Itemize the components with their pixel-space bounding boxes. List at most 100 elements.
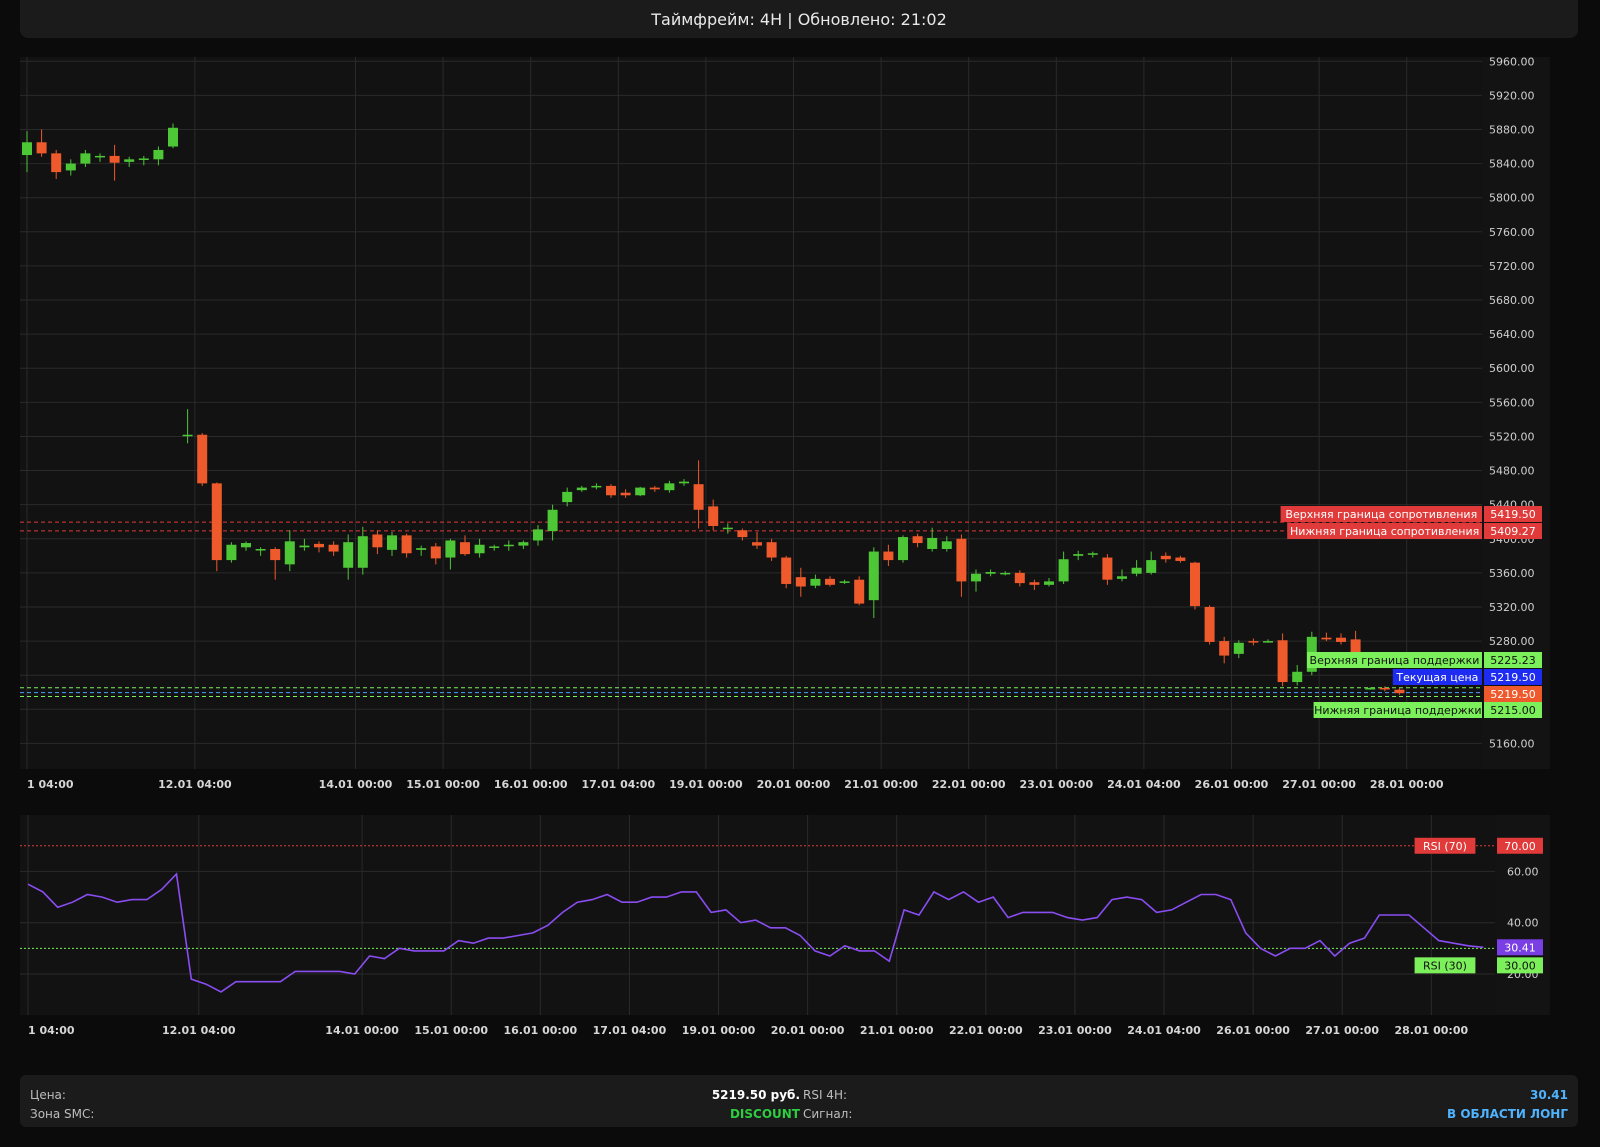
rsi-last-value-badge: 30.41 <box>1497 939 1543 956</box>
candle-body <box>80 153 91 164</box>
header-bar: Таймфрейм: 4H | Обновлено: 21:02 <box>20 0 1578 38</box>
price-chart[interactable]: 5960.00 5920.00 5880.00 5840.00 5800.00 5760.… <box>20 57 1550 795</box>
candle-body <box>387 535 397 550</box>
rsi-value: 30.41 <box>1530 1088 1568 1102</box>
x-tick-label: 21.01 00:00 <box>844 778 918 791</box>
y-tick-label: 5760.00 <box>1489 226 1535 239</box>
candle-body <box>168 127 178 147</box>
candle <box>854 576 865 606</box>
candle-body <box>1233 642 1244 654</box>
candle-body <box>314 543 324 548</box>
rsi-x-tick-label: 21.01 00:00 <box>860 1024 934 1037</box>
zone-label: Зона SMC: <box>30 1107 95 1121</box>
candle <box>898 535 908 563</box>
candle-body <box>547 509 558 532</box>
candle <box>1190 561 1200 610</box>
rsi-x-tick-label: 22.01 00:00 <box>949 1024 1023 1037</box>
level-label-resistance: Верхняя граница сопротивления 5419.50 <box>1280 506 1542 522</box>
level-label-support: Верхняя граница поддержки 5225.23 <box>1307 652 1542 668</box>
candle-body <box>985 572 996 574</box>
candle-body <box>693 484 704 510</box>
candle-body <box>562 491 573 503</box>
level-label-current-value: 5219.50 <box>1490 671 1536 684</box>
candle-body <box>1219 641 1230 656</box>
x-tick-label: 12.01 04:00 <box>158 778 232 791</box>
rsi-70-badge-value: 70.00 <box>1504 840 1536 853</box>
candle-body <box>1087 553 1098 555</box>
y-tick-label: 5480.00 <box>1489 465 1535 478</box>
candle-body <box>357 536 368 568</box>
candle-body <box>1190 562 1200 607</box>
candle-body <box>343 542 354 568</box>
rsi-x-tick-label: 27.01 00:00 <box>1305 1024 1379 1037</box>
level-label-resistance-value: 5419.50 <box>1490 508 1536 521</box>
candle-body <box>1029 582 1040 585</box>
candle-body <box>518 542 529 546</box>
candle-body <box>430 546 441 559</box>
candle-body <box>591 485 602 488</box>
level-label-resistance: Нижняя граница сопротивления 5409.27 <box>1287 523 1542 539</box>
y-tick-label: 5160.00 <box>1489 737 1535 750</box>
level-label-support-name: Нижняя граница поддержки <box>1314 704 1481 717</box>
candle-body <box>606 485 616 496</box>
candle-body <box>708 506 719 526</box>
candle-body <box>36 142 47 154</box>
candle <box>211 482 222 572</box>
candle-body <box>1160 555 1171 560</box>
candle-body <box>95 155 105 158</box>
candle-body <box>445 540 456 558</box>
candle-body <box>912 536 923 544</box>
rsi-x-tick-label: 26.01 00:00 <box>1216 1024 1290 1037</box>
level-label-resistance-name: Нижняя граница сопротивления <box>1290 525 1479 538</box>
candle-body <box>197 434 208 484</box>
candle-body <box>854 579 865 604</box>
candle <box>226 542 237 563</box>
level-label-support-value: 5215.00 <box>1490 704 1536 717</box>
x-tick-label: 23.01 00:00 <box>1019 778 1093 791</box>
candle-body <box>883 551 894 561</box>
candle <box>635 486 646 497</box>
candle-body <box>941 541 952 550</box>
y-tick-label: 5680.00 <box>1489 294 1535 307</box>
y-tick-label: 5320.00 <box>1489 601 1535 614</box>
zone-value: DISCOUNT <box>729 1107 800 1121</box>
candle-body <box>722 527 733 530</box>
candle-body <box>649 487 660 490</box>
y-tick-label: 5960.00 <box>1489 57 1535 68</box>
candle-body <box>1365 687 1376 690</box>
candle-body <box>109 155 120 163</box>
candle-body <box>1146 560 1157 573</box>
candle-body <box>752 542 762 546</box>
price-label: Цена: <box>30 1088 66 1102</box>
y-tick-label: 5280.00 <box>1489 635 1535 648</box>
candle-body <box>1175 557 1186 561</box>
candle-body <box>839 581 850 583</box>
candle-body <box>927 537 938 550</box>
candle-body <box>1014 572 1025 584</box>
x-tick-label: 15.01 00:00 <box>406 778 480 791</box>
candle-body <box>1336 637 1346 642</box>
candle-body <box>679 481 689 484</box>
candle-body <box>474 544 485 554</box>
y-tick-label: 5360.00 <box>1489 567 1535 580</box>
candle-body <box>795 577 806 587</box>
candle-body <box>825 578 835 585</box>
candle-body <box>1058 559 1069 582</box>
candle-body <box>620 492 631 496</box>
level-label-current: Текущая цена 5219.50 <box>1392 669 1542 685</box>
level-label-support: Нижняя граница поддержки 5215.00 <box>1313 702 1542 718</box>
rsi-x-tick-label: 28.01 00:00 <box>1395 1024 1469 1037</box>
candle-body <box>211 483 222 561</box>
level-label-resistance-value: 5409.27 <box>1490 525 1536 538</box>
rsi-chart[interactable]: 60.0040.0020.001 04:00 12.01 04:00 14.01 0… <box>20 815 1550 1050</box>
x-tick-label: 24.01 04:00 <box>1107 778 1181 791</box>
candle-body <box>766 542 777 558</box>
rsi-x-tick-label: 23.01 00:00 <box>1038 1024 1112 1037</box>
last-price-value: 5219.50 <box>1490 688 1536 701</box>
candle-body <box>533 529 543 541</box>
candle-body <box>898 537 908 561</box>
candle-body <box>153 149 164 160</box>
candle-body <box>416 548 427 550</box>
rsi-70-badge-name: RSI (70) <box>1423 840 1467 853</box>
rsi-x-tick-label: 14.01 00:00 <box>325 1024 399 1037</box>
